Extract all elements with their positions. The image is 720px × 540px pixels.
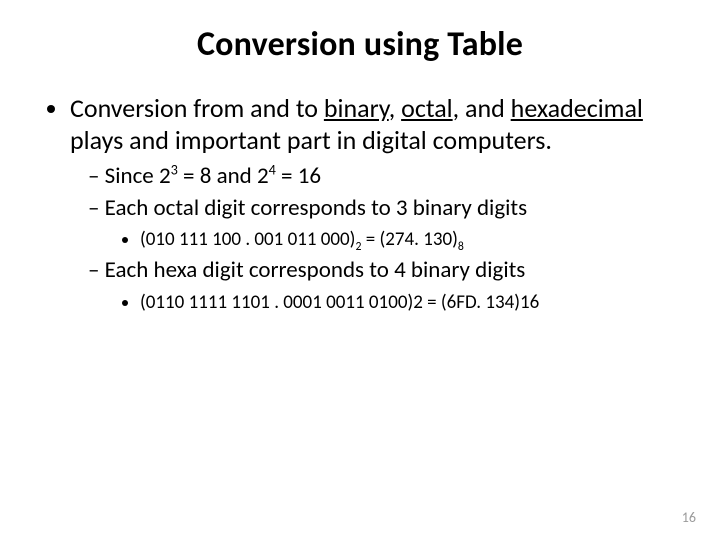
underline-octal: octal: [401, 92, 453, 124]
sub1-a: Since 2: [105, 162, 171, 190]
sub-bullet-2: Each octal digit corresponds to 3 binary…: [88, 194, 680, 253]
bullet-1-sep2: , and: [453, 92, 511, 124]
example-2: (0110 1111 1101 . 0001 0011 0100)2 = (6F…: [140, 290, 680, 315]
sub-bullet-3: Each hexa digit corresponds to 4 binary …: [88, 256, 680, 315]
bullet-list-level3b: (0110 1111 1101 . 0001 0011 0100)2 = (6F…: [88, 290, 680, 315]
page-number: 16: [682, 509, 696, 526]
sub2-text: Each octal digit corresponds to 3 binary…: [105, 194, 527, 222]
ex1-base8: 8: [458, 240, 464, 254]
slide-title: Conversion using Table: [40, 24, 680, 65]
bullet-list-level2: Since 23 = 8 and 24 = 16 Each octal digi…: [70, 162, 680, 314]
sub1-exp4: 4: [269, 161, 276, 179]
bullet-1-text-pre: Conversion from and to: [70, 92, 324, 124]
sub1-exp3: 3: [171, 161, 178, 179]
bullet-1: Conversion from and to binary, octal, an…: [70, 93, 680, 315]
bullet-1-text-post: plays and important part in digital comp…: [70, 124, 552, 156]
bullet-list-level1: Conversion from and to binary, octal, an…: [40, 93, 680, 315]
bullet-1-sep1: ,: [389, 92, 401, 124]
underline-hex: hexadecimal: [511, 92, 643, 124]
ex1-a: (010 111 100 . 001 011 000): [140, 228, 355, 251]
slide: Conversion using Table Conversion from a…: [0, 0, 720, 540]
sub1-b: = 8 and 2: [178, 162, 269, 190]
sub1-c: = 16: [276, 162, 321, 190]
ex1-b: = (274. 130): [361, 228, 457, 251]
underline-binary: binary: [324, 92, 389, 124]
sub3-text: Each hexa digit corresponds to 4 binary …: [105, 256, 526, 284]
ex2-text: (0110 1111 1101 . 0001 0011 0100)2 = (6F…: [140, 291, 539, 314]
sub-bullet-1: Since 23 = 8 and 24 = 16: [88, 162, 680, 191]
bullet-list-level3a: (010 111 100 . 001 011 000)2 = (274. 130…: [88, 227, 680, 252]
example-1: (010 111 100 . 001 011 000)2 = (274. 130…: [140, 227, 680, 252]
